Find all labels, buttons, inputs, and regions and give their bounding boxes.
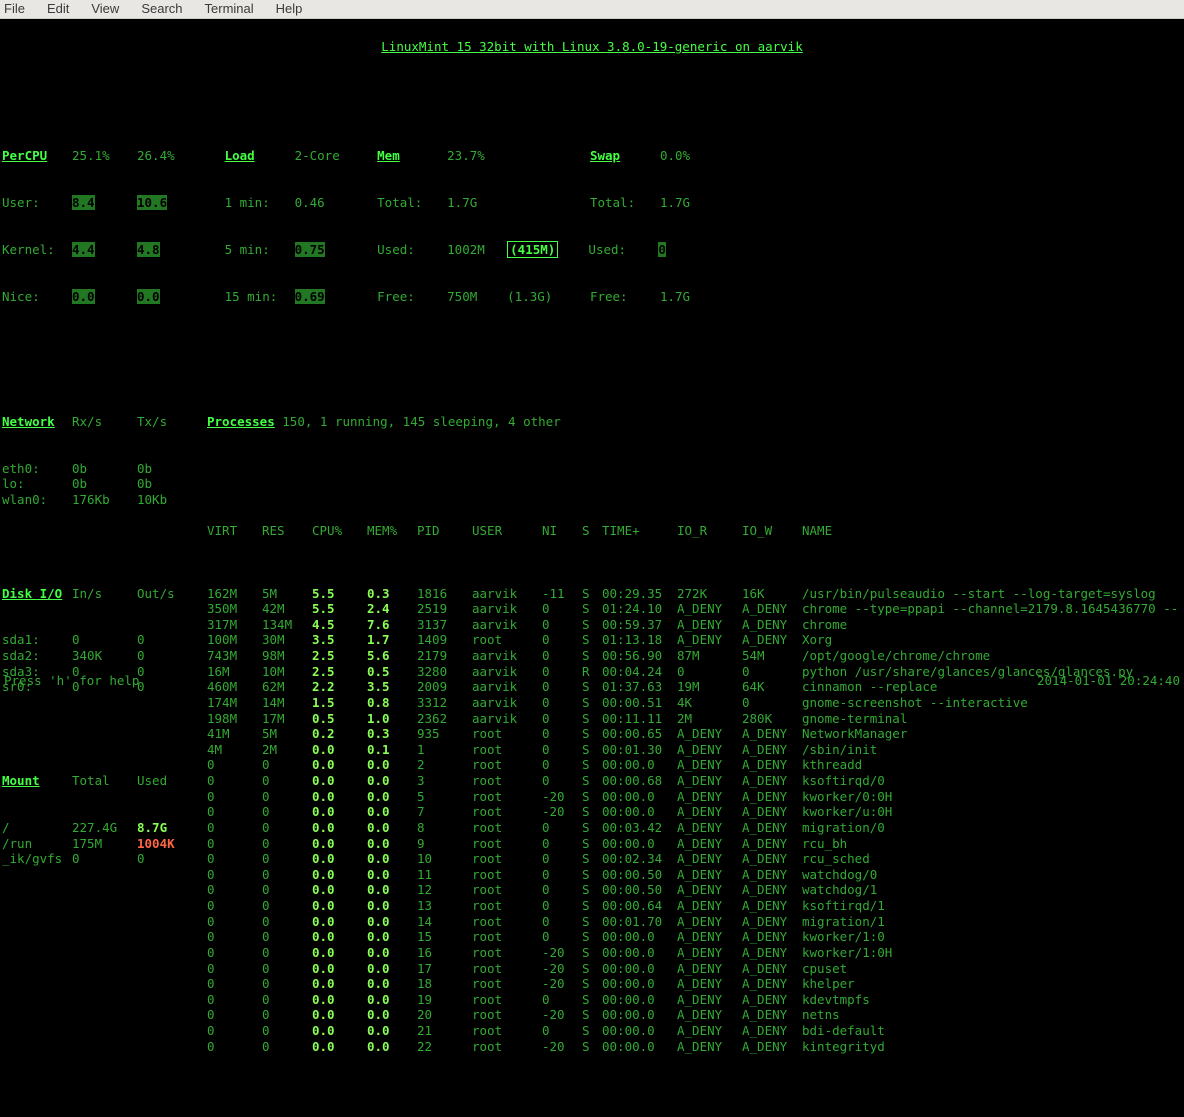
process-row: 41M5M0.20.3935root0S00:00.65A_DENYA_DENY…: [207, 726, 1182, 742]
left-panel: NetworkRx/sTx/s eth0:0b0blo:0b0bwlan0:17…: [2, 382, 207, 898]
help-hint: Press 'h' for help: [4, 673, 139, 689]
process-row: 198M17M0.51.02362aarvik0S00:11.112M280Kg…: [207, 711, 1182, 727]
mem-active: (415M): [507, 241, 558, 258]
diskio-out-header: Out/s: [137, 586, 202, 602]
network-row: wlan0:176Kb10Kb: [2, 492, 207, 508]
mem-pct: 23.7%: [447, 148, 507, 164]
process-row: 000.00.010root0S00:02.34A_DENYA_DENYrcu_…: [207, 851, 1182, 867]
nice-label: Nice:: [2, 289, 72, 305]
terminal-output[interactable]: LinuxMint 15 32bit with Linux 3.8.0-19-g…: [0, 19, 1184, 1117]
process-row: 000.00.019root0S00:00.0A_DENYA_DENYkdevt…: [207, 992, 1182, 1008]
menu-view[interactable]: View: [91, 1, 119, 17]
load5-val: 0.75: [295, 242, 325, 257]
diskio-row: sda2:340K0: [2, 648, 207, 664]
user-core1: 8.4: [72, 195, 95, 210]
diskio-in-header: In/s: [72, 586, 137, 602]
mem-free: 750M: [447, 289, 507, 305]
process-row: 317M134M4.57.63137aarvik0S00:59.37A_DENY…: [207, 617, 1182, 633]
process-row: 350M42M5.52.42519aarvik0S01:24.10A_DENYA…: [207, 601, 1182, 617]
process-row: 743M98M2.55.62179aarvik0S00:56.9087M54M/…: [207, 648, 1182, 664]
process-row: 000.00.020root-20S00:00.0A_DENYA_DENYnet…: [207, 1007, 1182, 1023]
process-row: 000.00.015root0S00:00.0A_DENYA_DENYkwork…: [207, 929, 1182, 945]
menu-terminal[interactable]: Terminal: [205, 1, 254, 17]
swap-used: 0: [658, 242, 666, 257]
network-row: eth0:0b0b: [2, 461, 207, 477]
swap-used-label: Used:: [588, 242, 658, 258]
nice-core2: 0.0: [137, 289, 160, 304]
mem-inactive: (1.3G): [507, 289, 552, 304]
menu-help[interactable]: Help: [276, 1, 303, 17]
process-panel: Processes 150, 1 running, 145 sleeping, …: [207, 382, 1182, 1085]
user-label: User:: [2, 195, 72, 211]
swap-header: Swap: [590, 148, 660, 164]
user-core2: 10.6: [137, 195, 167, 210]
process-row: 174M14M1.50.83312aarvik0S00:00.514K0gnom…: [207, 695, 1182, 711]
load5-label: 5 min:: [225, 242, 295, 258]
mount-used-header: Used: [137, 773, 202, 789]
process-row: 000.00.03root0S00:00.68A_DENYA_DENYksoft…: [207, 773, 1182, 789]
network-rx-header: Rx/s: [72, 414, 137, 430]
process-row: 000.00.016root-20S00:00.0A_DENYA_DENYkwo…: [207, 945, 1182, 961]
mount-total-header: Total: [72, 773, 137, 789]
load1-label: 1 min:: [225, 195, 295, 211]
process-row: 000.00.05root-20S00:00.0A_DENYA_DENYkwor…: [207, 789, 1182, 805]
mem-total: 1.7G: [447, 195, 507, 211]
load-cores: 2-Core: [295, 148, 355, 164]
processes-summary: 150, 1 running, 145 sleeping, 4 other: [282, 414, 560, 429]
process-row: 000.00.013root0S00:00.64A_DENYA_DENYksof…: [207, 898, 1182, 914]
swap-total-label: Total:: [590, 195, 660, 211]
process-row: 000.00.09root0S00:00.0A_DENYA_DENYrcu_bh: [207, 836, 1182, 852]
clock: 2014-01-01 20:24:40: [1037, 673, 1180, 689]
mem-used: 1002M: [447, 242, 507, 258]
mem-header: Mem: [377, 148, 447, 164]
menu-file[interactable]: File: [4, 1, 25, 17]
percpu-total: 25.1%: [72, 148, 137, 164]
processes-header: Processes: [207, 414, 275, 429]
diskio-row: sda1:00: [2, 632, 207, 648]
network-header: Network: [2, 414, 72, 430]
load15-val: 0.69: [295, 289, 325, 304]
process-row: 000.00.07root-20S00:00.0A_DENYA_DENYkwor…: [207, 804, 1182, 820]
process-columns: VIRTRESCPU%MEM%PIDUSERNISTIME+IO_RIO_WNA…: [207, 507, 1182, 554]
load15-label: 15 min:: [225, 289, 295, 305]
process-row: 4M2M0.00.11root0S00:01.30A_DENYA_DENY/sb…: [207, 742, 1182, 758]
mount-header: Mount: [2, 773, 72, 789]
process-row: 000.00.02root0S00:00.0A_DENYA_DENYkthrea…: [207, 757, 1182, 773]
load1-val: 0.46: [295, 195, 355, 211]
process-row: 000.00.017root-20S00:00.0A_DENYA_DENYcpu…: [207, 961, 1182, 977]
percpu-header: PerCPU: [2, 148, 72, 164]
menubar[interactable]: File Edit View Search Terminal Help: [0, 0, 1184, 19]
process-row: 000.00.018root-20S00:00.0A_DENYA_DENYkhe…: [207, 976, 1182, 992]
network-tx-header: Tx/s: [137, 414, 202, 430]
swap-free: 1.7G: [660, 289, 720, 305]
process-row: 000.00.012root0S00:00.50A_DENYA_DENYwatc…: [207, 882, 1182, 898]
percpu-core2: 26.4%: [137, 148, 202, 164]
menu-search[interactable]: Search: [141, 1, 182, 17]
system-title: LinuxMint 15 32bit with Linux 3.8.0-19-g…: [2, 39, 1182, 55]
menu-edit[interactable]: Edit: [47, 1, 69, 17]
mount-row: _ik/gvfs00: [2, 851, 207, 867]
kernel-core1: 4.4: [72, 242, 95, 257]
process-row: 000.00.022root-20S00:00.0A_DENYA_DENYkin…: [207, 1039, 1182, 1055]
nice-core1: 0.0: [72, 289, 95, 304]
mem-used-label: Used:: [377, 242, 447, 258]
process-row: 000.00.08root0S00:03.42A_DENYA_DENYmigra…: [207, 820, 1182, 836]
swap-free-label: Free:: [590, 289, 660, 305]
mount-row: /run175M1004K: [2, 836, 207, 852]
swap-total: 1.7G: [660, 195, 720, 211]
mem-free-label: Free:: [377, 289, 447, 305]
kernel-core2: 4.8: [137, 242, 160, 257]
process-row: 100M30M3.51.71409root0S01:13.18A_DENYA_D…: [207, 632, 1182, 648]
process-row: 000.00.014root0S00:01.70A_DENYA_DENYmigr…: [207, 914, 1182, 930]
process-row: 000.00.011root0S00:00.50A_DENYA_DENYwatc…: [207, 867, 1182, 883]
load-header: Load: [225, 148, 295, 164]
process-row: 000.00.021root0S00:00.0A_DENYA_DENYbdi-d…: [207, 1023, 1182, 1039]
swap-pct: 0.0%: [660, 148, 720, 164]
mem-total-label: Total:: [377, 195, 447, 211]
mount-row: /227.4G8.7G: [2, 820, 207, 836]
diskio-header: Disk I/O: [2, 586, 72, 602]
kernel-label: Kernel:: [2, 242, 72, 258]
process-row: 162M5M5.50.31816aarvik-11S00:29.35272K16…: [207, 586, 1182, 602]
network-row: lo:0b0b: [2, 476, 207, 492]
